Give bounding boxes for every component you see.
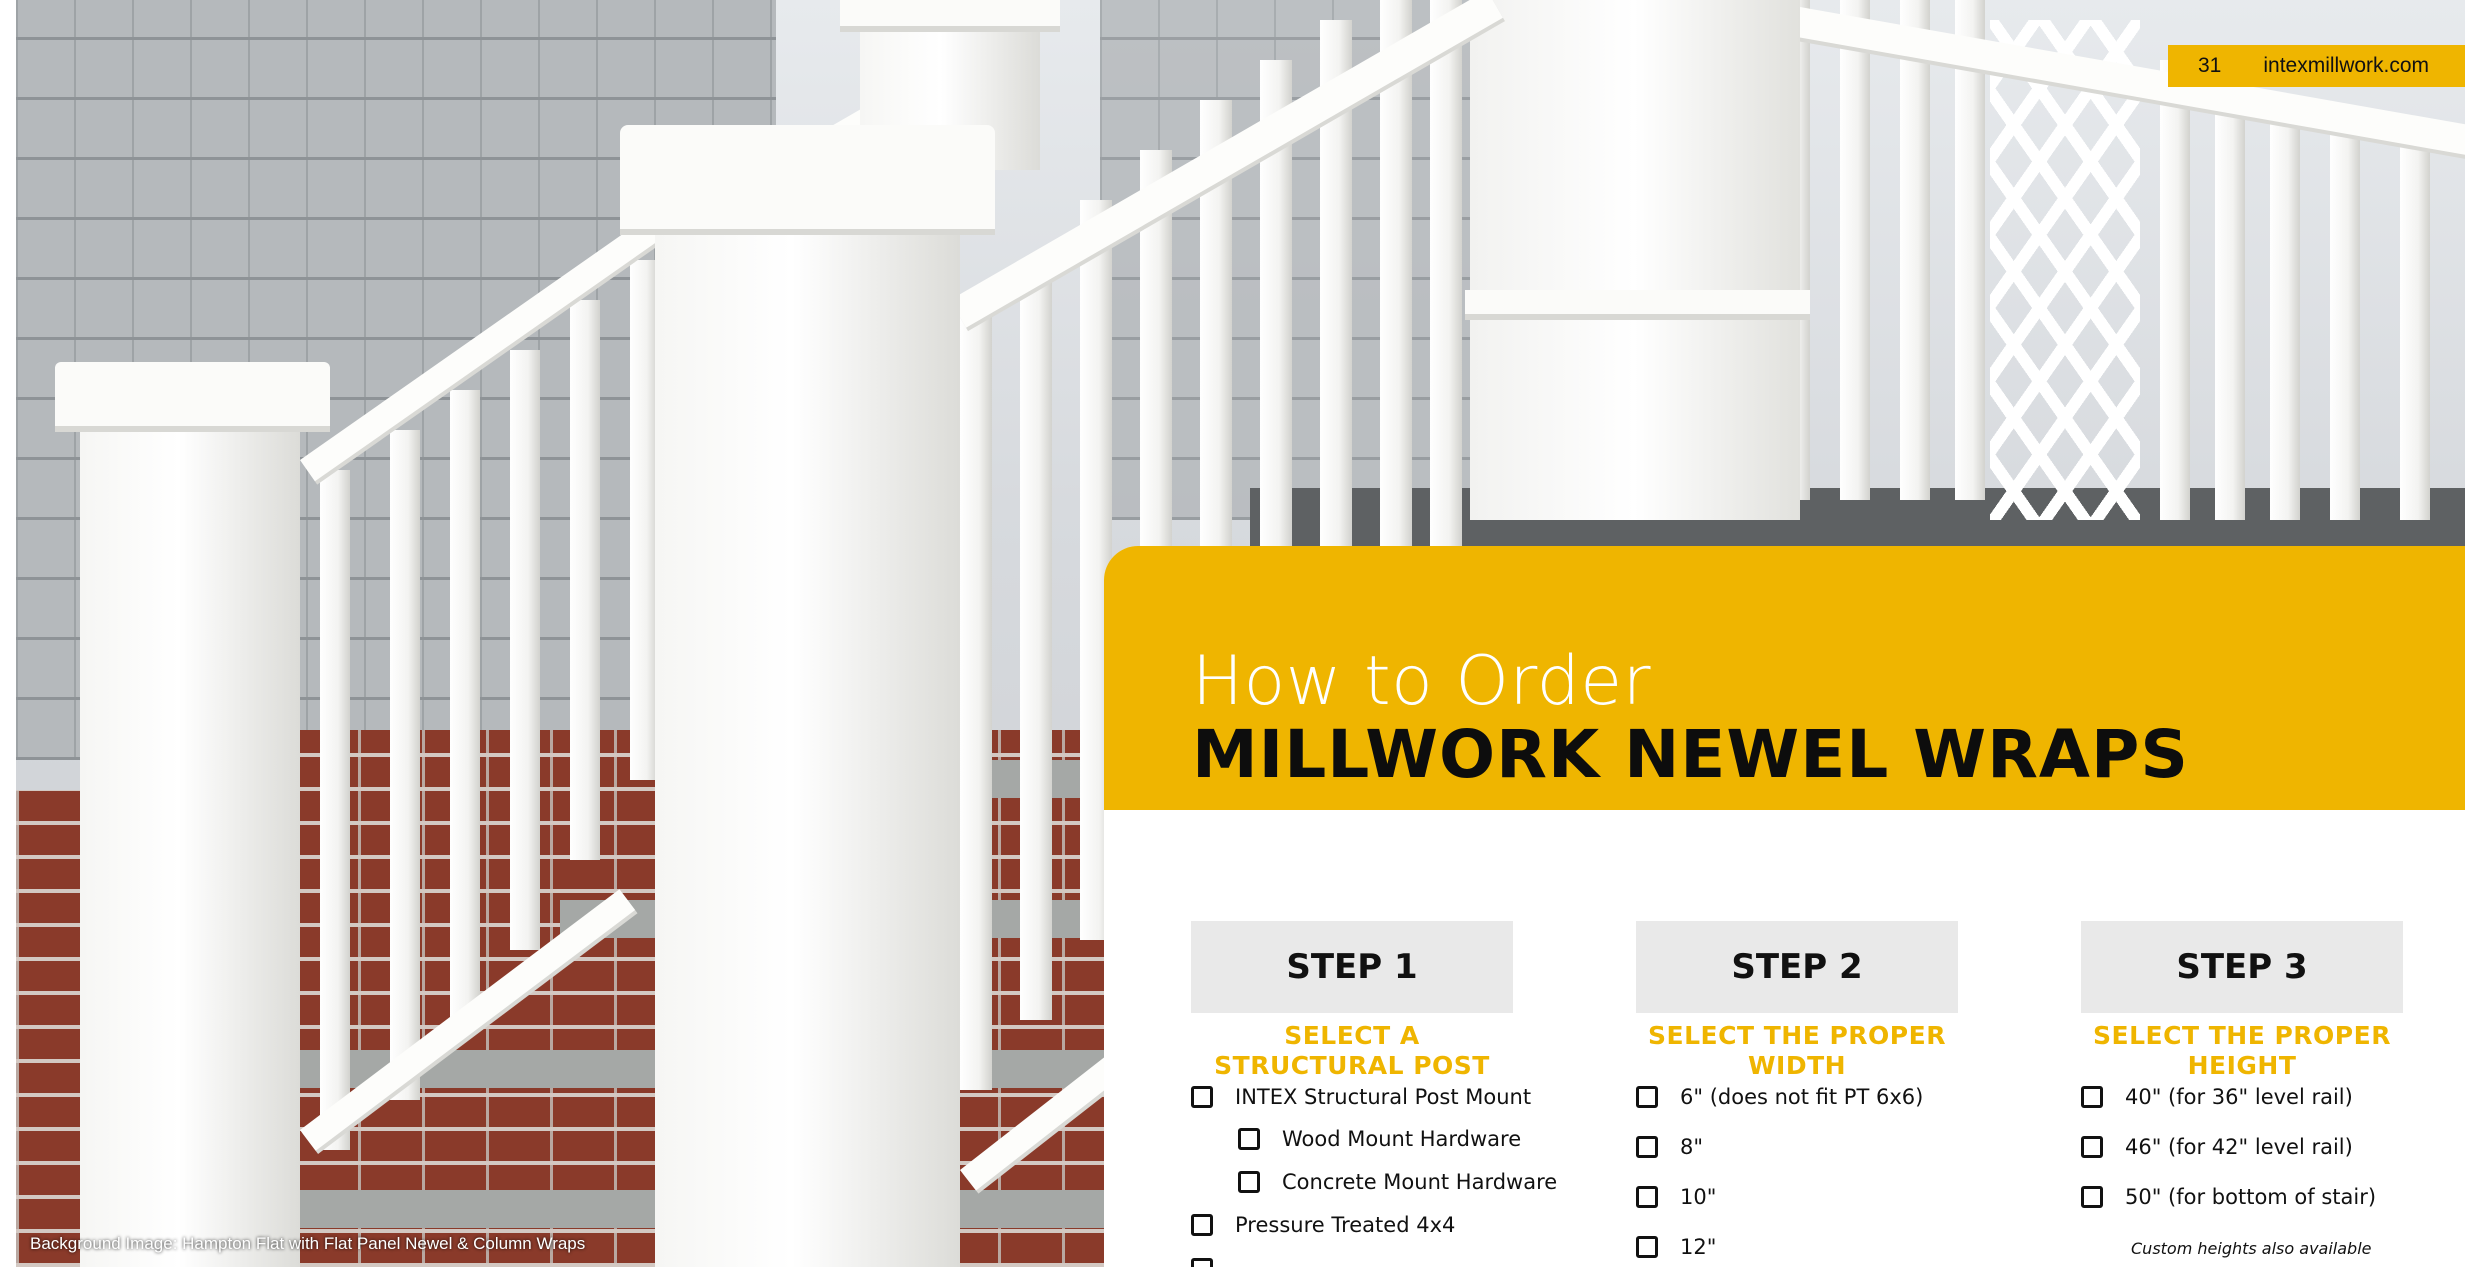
baluster bbox=[1955, 0, 1985, 500]
checkbox[interactable] bbox=[2081, 1086, 2103, 1108]
step-2-heading: STEP 2 bbox=[1636, 921, 1958, 1013]
page-header-tab: 31 intexmillwork.com bbox=[2168, 45, 2465, 87]
option-label: 50" (for bottom of stair) bbox=[2125, 1185, 2377, 1209]
baluster bbox=[450, 390, 480, 1030]
newel-post-wrap bbox=[655, 225, 960, 1267]
porch-column-wrap bbox=[1470, 0, 1800, 520]
option-pressure-treated[interactable]: Pressure Treated 4x4 bbox=[1191, 1213, 1455, 1237]
step-1: STEP 1 SELECT A STRUCTURAL POST bbox=[1191, 921, 1513, 1081]
baluster bbox=[1430, 0, 1462, 600]
option-label: 12" bbox=[1680, 1235, 1717, 1259]
option-label: 40" (for 36" level rail) bbox=[2125, 1085, 2353, 1109]
checkbox[interactable] bbox=[2081, 1136, 2103, 1158]
option-label: 46" (for 42" level rail) bbox=[2125, 1135, 2353, 1159]
custom-height-note: Custom heights also available bbox=[2131, 1239, 2372, 1258]
baluster bbox=[510, 350, 540, 950]
step-1-subtitle: SELECT A STRUCTURAL POST bbox=[1214, 1021, 1490, 1080]
lattice-panel bbox=[1990, 20, 2140, 520]
baluster bbox=[960, 310, 992, 1090]
step-3-heading: STEP 3 bbox=[2081, 921, 2403, 1013]
baluster bbox=[1020, 260, 1052, 1020]
option-label: 6" (does not fit PT 6x6) bbox=[1680, 1085, 1924, 1109]
page-title-light: How to Order bbox=[1192, 642, 1652, 721]
option-height-46[interactable]: 46" (for 42" level rail) bbox=[2081, 1135, 2353, 1159]
newel-post-wrap bbox=[80, 420, 300, 1267]
step-1-heading: STEP 1 bbox=[1191, 921, 1513, 1013]
checkbox[interactable] bbox=[1636, 1086, 1658, 1108]
checkbox[interactable] bbox=[2081, 1186, 2103, 1208]
option-label: Wood Mount Hardware bbox=[1282, 1127, 1522, 1151]
website-link[interactable]: intexmillwork.com bbox=[2263, 54, 2429, 78]
baluster bbox=[320, 470, 350, 1150]
option-height-50[interactable]: 50" (for bottom of stair) bbox=[2081, 1185, 2376, 1209]
option-label: 8" bbox=[1680, 1135, 1704, 1159]
baluster bbox=[630, 260, 658, 780]
checkbox[interactable] bbox=[1636, 1186, 1658, 1208]
checkbox[interactable] bbox=[1191, 1258, 1213, 1267]
baluster bbox=[1840, 0, 1870, 500]
checkbox[interactable] bbox=[1191, 1214, 1213, 1236]
baluster bbox=[2400, 130, 2430, 520]
order-panel: How to Order MILLWORK NEWEL WRAPS STEP 1… bbox=[1104, 546, 2465, 1267]
option-wood-mount[interactable]: Wood Mount Hardware bbox=[1238, 1127, 1521, 1151]
baluster bbox=[2160, 60, 2190, 520]
column-trim bbox=[1465, 290, 1810, 320]
option-structural-post-mount[interactable]: INTEX Structural Post Mount bbox=[1191, 1085, 1531, 1109]
newel-post-cap bbox=[840, 0, 1060, 32]
step-3: STEP 3 SELECT THE PROPER HEIGHT bbox=[2081, 921, 2403, 1081]
checkbox[interactable] bbox=[1191, 1086, 1213, 1108]
checkbox[interactable] bbox=[1636, 1136, 1658, 1158]
option-width-6[interactable]: 6" (does not fit PT 6x6) bbox=[1636, 1085, 1923, 1109]
option-width-12[interactable]: 12" bbox=[1636, 1235, 1716, 1259]
checkbox[interactable] bbox=[1238, 1128, 1260, 1150]
option-concrete-mount[interactable]: Concrete Mount Hardware bbox=[1238, 1170, 1557, 1194]
page-margin bbox=[0, 0, 16, 1267]
option-label: INTEX Structural Post Mount bbox=[1235, 1085, 1532, 1109]
option-partial[interactable] bbox=[1191, 1258, 1235, 1267]
step-2: STEP 2 SELECT THE PROPER WIDTH bbox=[1636, 921, 1958, 1081]
baluster bbox=[2215, 80, 2245, 520]
baluster bbox=[2330, 110, 2360, 520]
option-width-10[interactable]: 10" bbox=[1636, 1185, 1716, 1209]
step-2-subtitle: SELECT THE PROPER WIDTH bbox=[1648, 1021, 1946, 1080]
baluster bbox=[390, 430, 420, 1100]
photo-caption: Background Image: Hampton Flat with Flat… bbox=[30, 1234, 586, 1253]
newel-post-cap bbox=[55, 362, 330, 432]
checkbox[interactable] bbox=[1636, 1236, 1658, 1258]
checkbox[interactable] bbox=[1238, 1171, 1260, 1193]
baluster bbox=[570, 300, 600, 860]
page-number: 31 bbox=[2198, 54, 2222, 77]
page-title: MILLWORK NEWEL WRAPS bbox=[1192, 716, 2189, 793]
baluster bbox=[2270, 100, 2300, 520]
step-3-subtitle: SELECT THE PROPER HEIGHT bbox=[2093, 1021, 2391, 1080]
title-banner: How to Order MILLWORK NEWEL WRAPS bbox=[1104, 546, 2465, 810]
baluster bbox=[1380, 0, 1412, 640]
option-width-8[interactable]: 8" bbox=[1636, 1135, 1703, 1159]
option-label: Pressure Treated 4x4 bbox=[1235, 1213, 1456, 1237]
option-label: 10" bbox=[1680, 1185, 1717, 1209]
option-label: Concrete Mount Hardware bbox=[1282, 1170, 1558, 1194]
option-height-40[interactable]: 40" (for 36" level rail) bbox=[2081, 1085, 2353, 1109]
baluster bbox=[1900, 0, 1930, 500]
newel-post-cap bbox=[620, 125, 995, 235]
